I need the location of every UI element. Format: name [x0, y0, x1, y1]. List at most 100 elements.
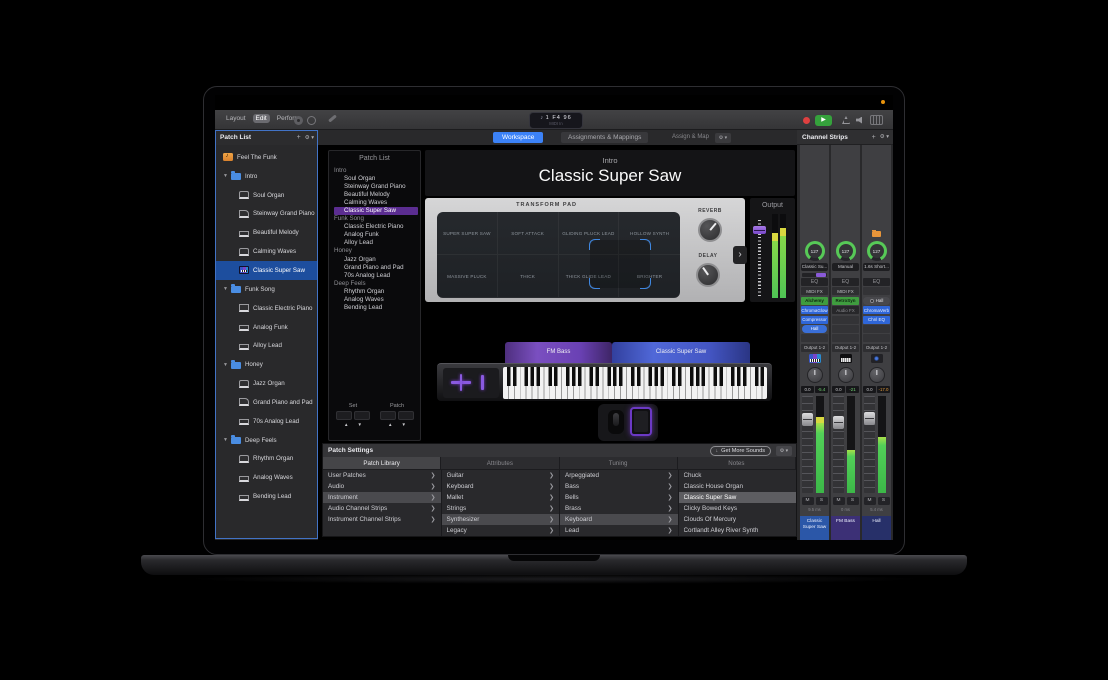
set-prev-button[interactable] — [336, 411, 352, 420]
fader-cap[interactable] — [802, 413, 813, 426]
mute-button[interactable]: M — [802, 497, 814, 505]
tab-notes[interactable]: Notes — [678, 457, 796, 470]
sidebar-item-calming-waves[interactable]: Calming Waves — [215, 242, 318, 261]
tab-attributes[interactable]: Attributes — [441, 457, 559, 470]
sidebar-item-analog-funk[interactable]: Analog Funk — [215, 318, 318, 337]
sidebar-item-deep-feels[interactable]: ▼Deep Feels — [215, 431, 318, 450]
widget-patch-alloy-lead[interactable]: Alloy Lead — [334, 239, 418, 247]
strip-name-label[interactable]: Classic Super Saw — [800, 516, 829, 540]
widget-patch-beautiful-melody[interactable]: Beautiful Melody — [334, 191, 418, 199]
library-item-bells[interactable]: Bells❯ — [560, 492, 678, 503]
patch-next-button[interactable] — [398, 411, 414, 420]
chevron-down-icon[interactable]: ▼ — [223, 437, 228, 443]
sidebar-item-classic-electric-piano[interactable]: Classic Electric Piano — [215, 299, 318, 318]
hall-slot[interactable]: Hall — [863, 297, 890, 305]
pan-knob[interactable] — [838, 367, 854, 383]
strip-setting-name[interactable]: Classic Su... — [801, 263, 828, 271]
channel-strips-gear-icon[interactable]: ⚙ ▾ — [880, 134, 889, 140]
strip-setting-name[interactable]: 1.6s Short... — [863, 263, 890, 271]
sidebar-item-jazz-organ[interactable]: Jazz Organ — [215, 374, 318, 393]
pad-cell-super-super-saw[interactable]: SUPER SUPER SAW — [437, 212, 498, 255]
pan-knob[interactable] — [807, 367, 823, 383]
mode-edit-button[interactable]: Edit — [253, 114, 270, 123]
sidebar-item-analog-waves[interactable]: Analog Waves — [215, 468, 318, 487]
sidebar-item-bending-lead[interactable]: Bending Lead — [215, 487, 318, 506]
widget-set-honey[interactable]: Honey — [334, 247, 418, 255]
widget-patch-grand-piano-and-pad[interactable]: Grand Piano and Pad — [334, 264, 418, 272]
patch-prev-button[interactable] — [380, 411, 396, 420]
library-item-user-patches[interactable]: User Patches❯ — [323, 470, 441, 481]
output-1-2-slot[interactable]: Output 1-2 — [832, 344, 859, 352]
onscreen-keyboard[interactable] — [437, 363, 772, 401]
library-item-classic-house-organ[interactable]: Classic House Organ — [679, 481, 797, 492]
sidebar-item-soul-organ[interactable]: Soul Organ — [215, 186, 318, 205]
tab-assignments-mappings[interactable]: Assignments & Mappings — [561, 132, 648, 143]
widget-set-intro[interactable]: Intro — [334, 167, 418, 175]
sidebar-item-beautiful-melody[interactable]: Beautiful Melody — [215, 223, 318, 242]
audio-fx-slot[interactable]: Audio FX — [832, 306, 859, 314]
set-next-button[interactable] — [354, 411, 370, 420]
add-channel-strip-button[interactable]: + — [872, 134, 876, 141]
library-item-classic-super-saw[interactable]: Classic Super Saw — [679, 492, 797, 503]
workspace-gear-icon[interactable]: ⚙ ▾ — [715, 133, 731, 143]
library-item-keyboard[interactable]: Keyboard❯ — [442, 481, 560, 492]
mute-button[interactable]: M — [864, 497, 876, 505]
eq-slot[interactable]: EQ — [832, 278, 859, 286]
widget-set-deep-feels[interactable]: Deep Feels — [334, 280, 418, 288]
widget-patch-analog-waves[interactable]: Analog Waves — [334, 296, 418, 304]
solo-button[interactable]: S — [878, 497, 890, 505]
master-level-button[interactable] — [870, 115, 883, 125]
midi-fx-slot[interactable]: MIDI FX — [832, 287, 859, 295]
volume-knob[interactable]: 127 — [867, 241, 887, 261]
sidebar-item-grand-piano-and-pad[interactable]: Grand Piano and Pad — [215, 393, 318, 412]
library-item-audio-channel-strips[interactable]: Audio Channel Strips❯ — [323, 503, 441, 514]
library-item-chuck[interactable]: Chuck — [679, 470, 797, 481]
layer-fm-bass[interactable]: FM Bass — [505, 342, 612, 363]
fader-cap[interactable] — [864, 412, 875, 425]
library-item-lead[interactable]: Lead❯ — [560, 525, 678, 536]
chnl-eq-slot[interactable]: Chnl EQ — [863, 316, 890, 324]
play-button[interactable]: ▶ — [815, 115, 832, 126]
patch-list-gear-icon[interactable]: ⚙ ▾ — [305, 135, 314, 141]
volume-knob[interactable]: 127 — [805, 241, 825, 261]
compressor-slot[interactable]: Compressor — [801, 316, 828, 324]
chevron-down-icon[interactable]: ▼ — [223, 173, 228, 179]
strip-name-label[interactable]: FM Bass — [831, 516, 860, 540]
library-item-synthesizer[interactable]: Synthesizer❯ — [442, 514, 560, 525]
sidebar-item-honey[interactable]: ▼Honey — [215, 355, 318, 374]
chromaglow-slot[interactable]: ChromaGlow — [801, 306, 828, 314]
chevron-down-icon[interactable]: ▼ — [223, 286, 228, 292]
widget-patch-70s-analog-lead[interactable]: 70s Analog Lead — [334, 272, 418, 280]
help-button-icon[interactable] — [307, 116, 316, 125]
library-item-clicky-bowed-keys[interactable]: Clicky Bowed Keys — [679, 503, 797, 514]
sidebar-item-funk-song[interactable]: ▼Funk Song — [215, 280, 318, 299]
library-item-instrument[interactable]: Instrument❯ — [323, 492, 441, 503]
sidebar-item-feel-the-funk[interactable]: Feel The Funk — [215, 148, 318, 167]
sidebar-item-steinway-grand-piano[interactable]: Steinway Grand Piano — [215, 205, 318, 224]
library-item-brass[interactable]: Brass❯ — [560, 503, 678, 514]
widget-patch-jazz-organ[interactable]: Jazz Organ — [334, 256, 418, 264]
library-item-instrument-channel-strips[interactable]: Instrument Channel Strips❯ — [323, 514, 441, 525]
library-item-keyboard[interactable]: Keyboard❯ — [560, 514, 678, 525]
widget-patch-classic-electric-piano[interactable]: Classic Electric Piano — [334, 223, 418, 231]
library-item-audio[interactable]: Audio❯ — [323, 481, 441, 492]
library-item-legacy[interactable]: Legacy❯ — [442, 525, 560, 536]
mode-layout-button[interactable]: Layout — [223, 114, 249, 123]
metronome-icon[interactable] — [842, 116, 850, 124]
midi-fx-slot[interactable]: MIDI FX — [801, 287, 828, 295]
library-item-guitar[interactable]: Guitar❯ — [442, 470, 560, 481]
delay-knob[interactable] — [696, 263, 720, 287]
expression-pedal[interactable] — [630, 407, 652, 436]
eq-slot[interactable]: EQ — [801, 278, 828, 286]
pad-cell-massive-pluck[interactable]: MASSIVE PLUCK — [437, 255, 498, 298]
piano-keys[interactable] — [503, 367, 767, 399]
retrosyn-slot[interactable]: RetroSyn — [832, 297, 859, 305]
eq-slot[interactable]: EQ — [863, 278, 890, 286]
widget-patch-bending-lead[interactable]: Bending Lead — [334, 304, 418, 312]
get-more-sounds-button[interactable]: ↓ Get More Sounds — [710, 446, 771, 456]
next-patch-chevron-button[interactable]: › — [733, 246, 747, 264]
output-1-2-slot[interactable]: Output 1-2 — [801, 344, 828, 352]
library-item-bass[interactable]: Bass❯ — [560, 481, 678, 492]
tab-workspace[interactable]: Workspace — [493, 132, 543, 143]
pitch-mod-wheels[interactable] — [443, 368, 499, 398]
